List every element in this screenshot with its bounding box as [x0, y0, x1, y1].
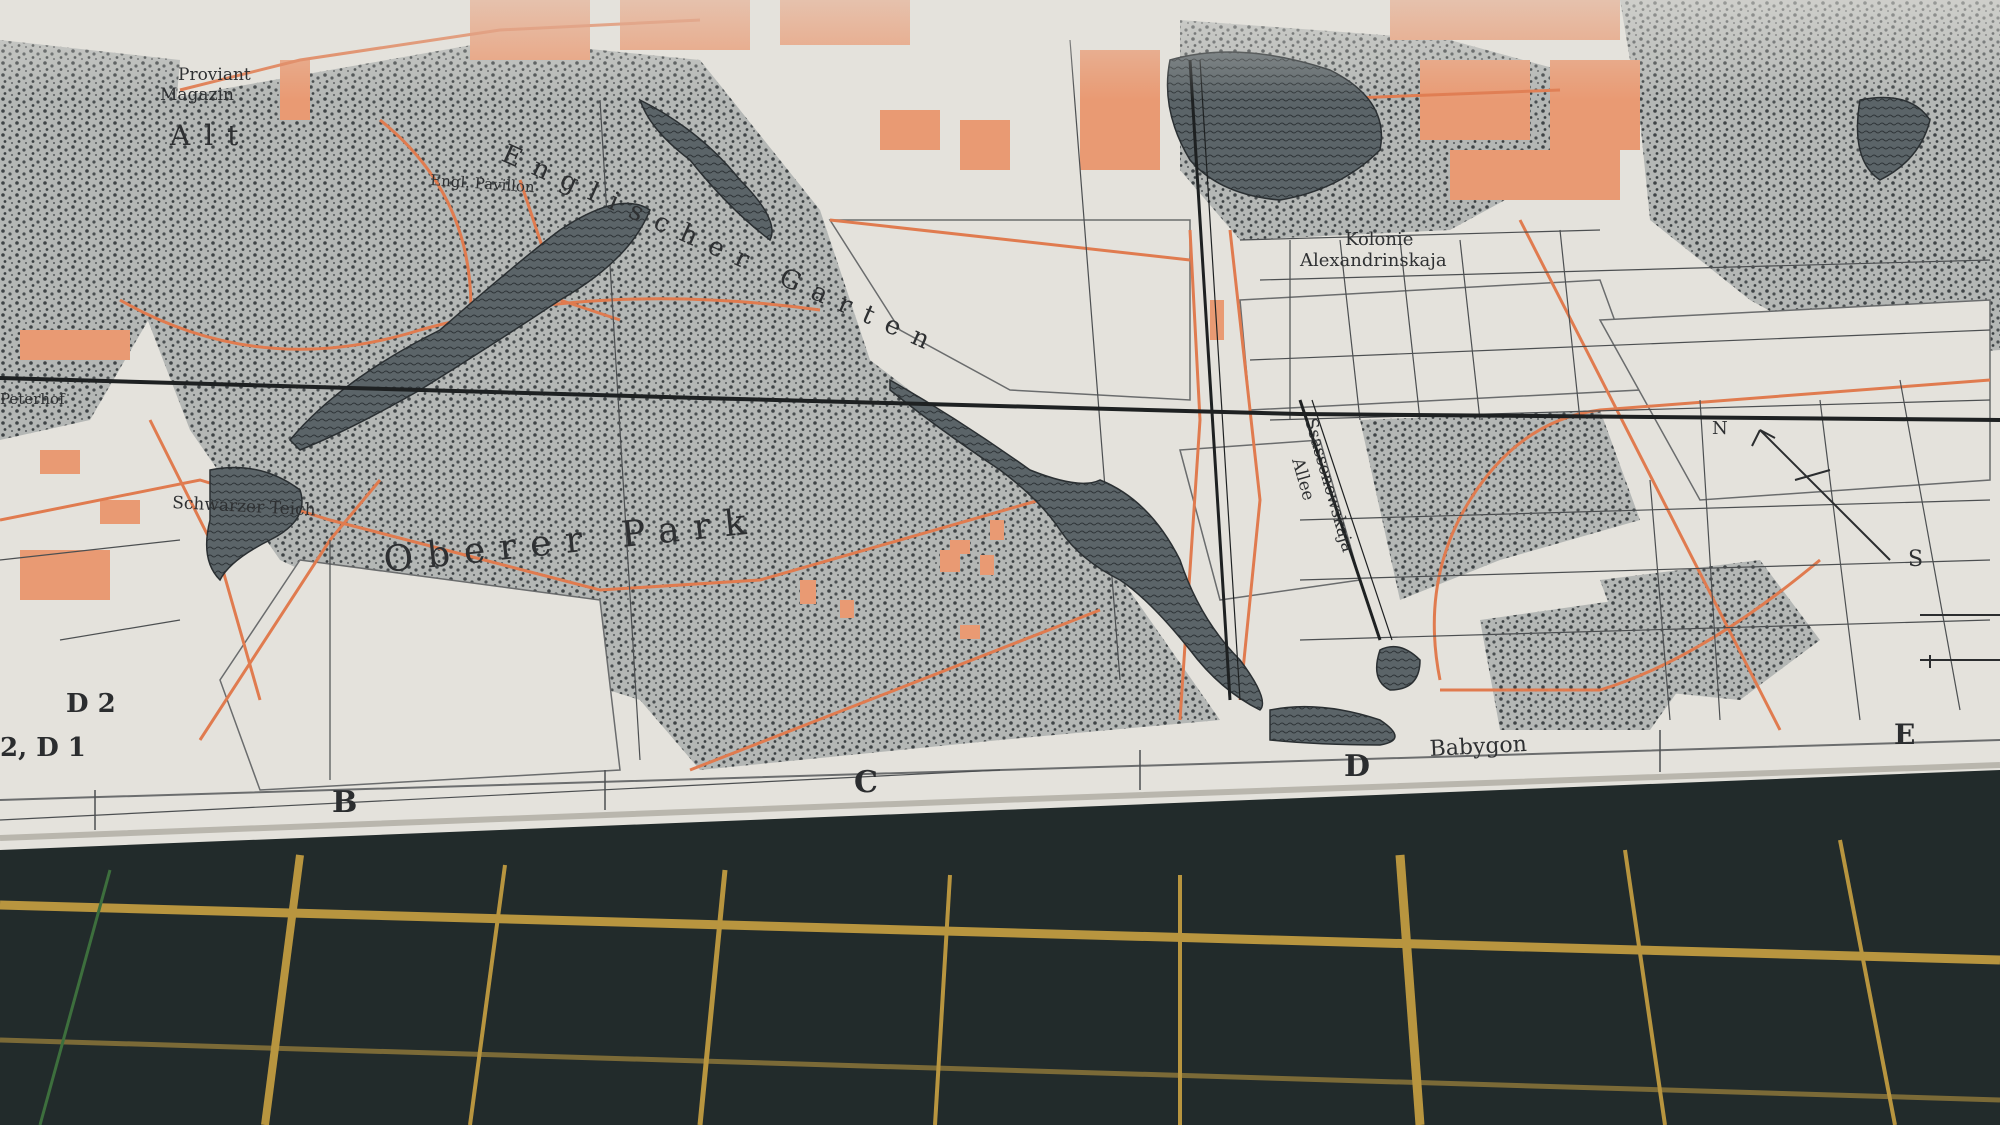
grid-letter-c: C: [854, 765, 878, 800]
grid-letter-d: D: [1344, 749, 1370, 784]
label-proviant-magazin-2: Magazin: [160, 85, 234, 105]
label-index-d2-d1: 2, D 1: [0, 733, 86, 763]
grid-letter-b: B: [332, 785, 357, 820]
label-alt: Alt: [169, 119, 252, 152]
compass-north-label: N: [1712, 418, 1728, 439]
map-photo-scene: N S Proviant Magazin Alt Engl. Pavillon …: [0, 0, 2000, 1125]
label-kolonie-2: Alexandrinskaja: [1299, 250, 1447, 271]
compass-south-label: S: [1908, 547, 1923, 572]
label-peterhof: Peterhof: [0, 390, 66, 408]
label-babygon: Babygon: [1429, 732, 1527, 762]
label-index-d2: D 2: [66, 689, 116, 719]
label-kolonie-1: Kolonie: [1345, 229, 1413, 250]
map-illustration: N S Proviant Magazin Alt Engl. Pavillon …: [0, 0, 2000, 1125]
grid-letter-e: E: [1894, 718, 1915, 751]
label-proviant-magazin-1: Proviant: [178, 65, 251, 85]
